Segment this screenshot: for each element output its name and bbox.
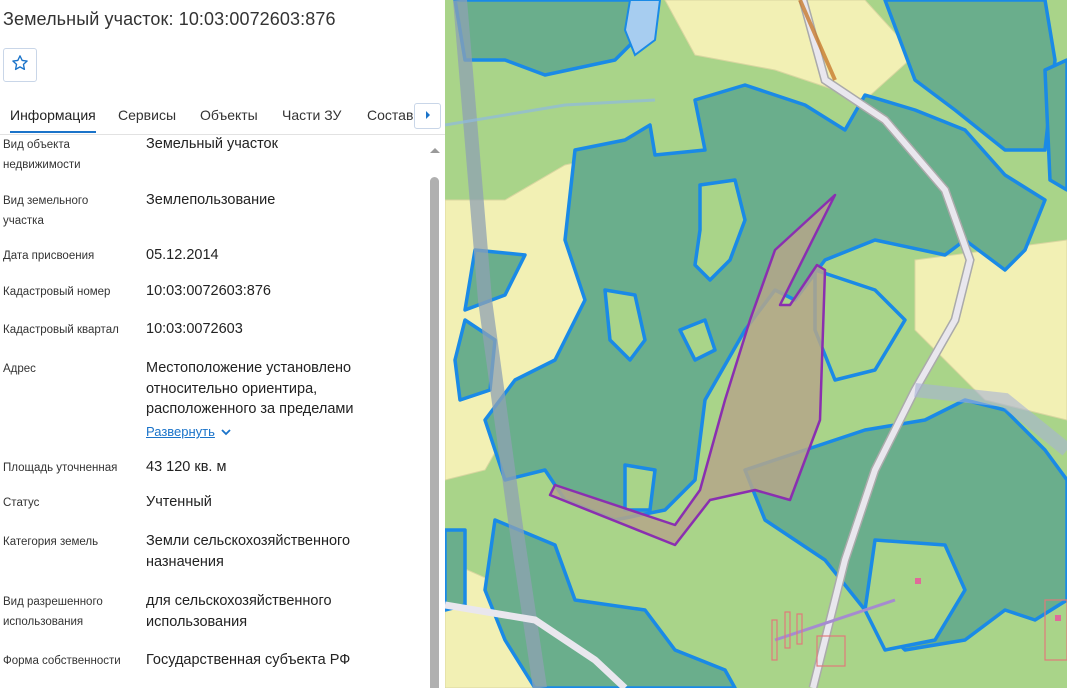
tabs-next-button[interactable] bbox=[414, 103, 441, 129]
field-value: 10:03:0072603:876 bbox=[146, 283, 271, 299]
field-label: Вид разрешенного использования bbox=[3, 596, 103, 628]
expand-address-link[interactable]: Развернуть bbox=[146, 424, 231, 439]
favorite-button[interactable] bbox=[3, 48, 37, 82]
info-list: Вид объекта недвижимости Земельный участ… bbox=[0, 134, 428, 688]
field-label: Кадастровый номер bbox=[3, 286, 111, 298]
tab-composition[interactable]: Состав bbox=[367, 98, 413, 132]
tab-services[interactable]: Сервисы bbox=[118, 98, 176, 132]
field-label: Дата присвоения bbox=[3, 250, 95, 262]
field-label: Вид объекта недвижимости bbox=[3, 139, 81, 171]
tab-land-parts[interactable]: Части ЗУ bbox=[282, 98, 341, 132]
field-value: Земельный участок bbox=[146, 136, 278, 152]
field-label: Адрес bbox=[3, 363, 36, 375]
map-canvas[interactable] bbox=[443, 0, 1067, 691]
field-label: Статус bbox=[3, 497, 40, 509]
scroll-thumb[interactable] bbox=[430, 177, 439, 688]
field-label: Вид земельного участка bbox=[3, 195, 89, 227]
map-view[interactable] bbox=[443, 0, 1067, 691]
star-outline-icon bbox=[11, 54, 29, 77]
field-value: 43 120 кв. м bbox=[146, 459, 227, 475]
field-label: Категория земель bbox=[3, 536, 99, 548]
scrollbar[interactable] bbox=[428, 137, 442, 688]
field-label: Кадастровый квартал bbox=[3, 324, 119, 336]
field-label: Площадь уточненная bbox=[3, 462, 118, 474]
scroll-up-icon[interactable] bbox=[429, 141, 441, 159]
field-value: Местоположение установлено относительно … bbox=[146, 360, 354, 417]
field-value: Земли сельскохозяйственного назначения bbox=[146, 533, 351, 570]
field-value: Государственная субъекта РФ bbox=[146, 652, 351, 668]
expand-link-label: Развернуть bbox=[146, 424, 215, 439]
info-panel: Земельный участок: 10:03:0072603:876 Инф… bbox=[0, 0, 445, 688]
tab-information[interactable]: Информация bbox=[10, 98, 96, 133]
chevron-down-icon bbox=[221, 424, 231, 439]
field-value: для сельскохозяйственного использования bbox=[146, 593, 332, 630]
field-label: Форма собственности bbox=[3, 655, 121, 667]
field-value: 05.12.2014 bbox=[146, 247, 219, 263]
field-value: Землепользование bbox=[146, 192, 276, 208]
field-value: 10:03:0072603 bbox=[146, 321, 243, 337]
tab-bar: Информация Сервисы Объекты Части ЗУ Сост… bbox=[0, 98, 445, 135]
caret-right-icon bbox=[424, 107, 432, 125]
field-value: Учтенный bbox=[146, 494, 212, 510]
tab-objects[interactable]: Объекты bbox=[200, 98, 258, 132]
page-title: Земельный участок: 10:03:0072603:876 bbox=[3, 9, 336, 29]
